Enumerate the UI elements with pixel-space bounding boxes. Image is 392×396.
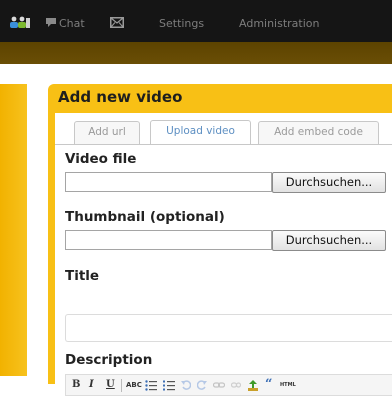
video-file-browse-button[interactable]: Durchsuchen... — [272, 172, 386, 193]
html-source-button[interactable]: HTML — [280, 382, 296, 388]
mail-icon[interactable] — [110, 17, 124, 28]
main-nav: Chat Settings Administration — [0, 0, 392, 42]
spellcheck-button[interactable]: ABC — [126, 381, 142, 389]
italic-button[interactable]: I — [89, 379, 94, 390]
nav-settings[interactable]: Settings — [159, 17, 204, 30]
tab-upload-video[interactable]: Upload video — [150, 120, 251, 145]
thumbnail-input[interactable] — [65, 230, 272, 250]
link-icon[interactable] — [213, 380, 225, 390]
thumbnail-label: Thumbnail (optional) — [65, 209, 225, 225]
unlink-icon[interactable] — [231, 380, 241, 390]
underline-button[interactable]: U — [106, 379, 115, 390]
numbered-list-icon[interactable] — [163, 380, 175, 391]
tab-add-url[interactable]: Add url — [74, 121, 140, 144]
undo-icon[interactable] — [181, 380, 191, 390]
insert-image-icon[interactable] — [247, 380, 259, 391]
tabs-divider — [55, 144, 392, 145]
top-navigation-bar: Chat Settings Administration — [0, 0, 392, 42]
sub-navigation-bar — [0, 42, 392, 64]
description-label: Description — [65, 352, 153, 368]
thumbnail-browse-button[interactable]: Durchsuchen... — [272, 230, 386, 251]
bold-button[interactable]: B — [72, 379, 80, 390]
nav-chat[interactable]: Chat — [59, 17, 85, 30]
toolbar-separator — [121, 379, 122, 392]
redo-icon[interactable] — [197, 380, 207, 390]
chat-bubble-icon[interactable] — [45, 17, 57, 28]
title-input[interactable] — [65, 314, 392, 342]
add-video-panel: Add new video Add url Upload video Add e… — [48, 84, 392, 396]
video-source-tabs: Add url Upload video Add embed code — [55, 113, 392, 145]
title-label: Title — [65, 268, 100, 284]
add-video-form: Add url Upload video Add embed code Vide… — [55, 113, 392, 396]
left-sidebar-panel — [0, 84, 27, 376]
video-file-label: Video file — [65, 151, 137, 167]
panel-title: Add new video — [58, 88, 183, 106]
description-editor-toolbar: B I U ABC “ HTML — [65, 374, 392, 396]
people-icon[interactable] — [8, 16, 30, 28]
nav-administration[interactable]: Administration — [239, 17, 320, 30]
spacer — [0, 64, 392, 84]
tab-add-embed-code[interactable]: Add embed code — [258, 121, 379, 144]
bullet-list-icon[interactable] — [145, 380, 157, 391]
video-file-input[interactable] — [65, 172, 272, 192]
blockquote-button[interactable]: “ — [265, 377, 272, 392]
